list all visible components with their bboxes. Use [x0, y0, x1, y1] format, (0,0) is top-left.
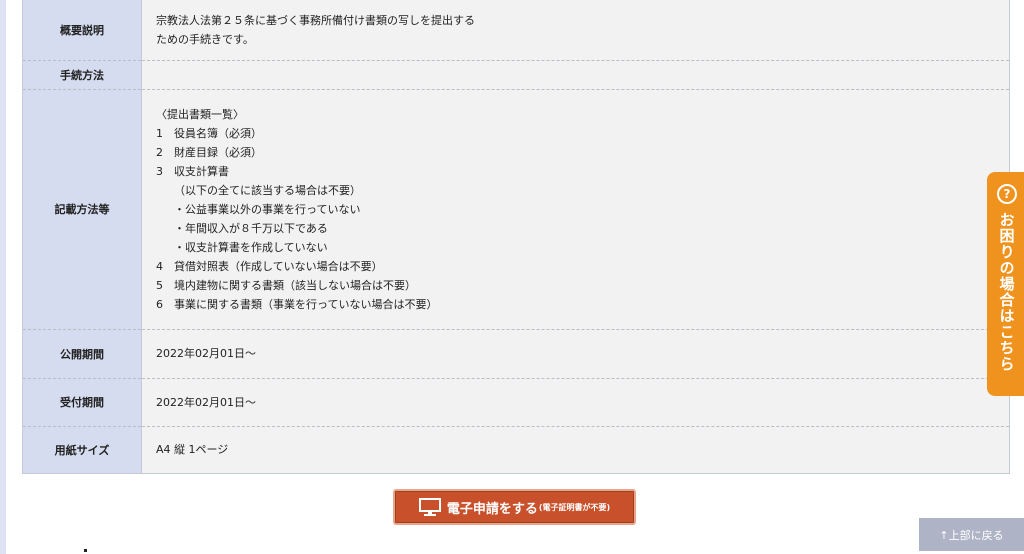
document-list-condition: ・年間収入が８千万以下である: [174, 221, 328, 235]
row-label-paper-size: 用紙サイズ: [22, 426, 142, 474]
table-row: 手続方法: [22, 60, 1010, 90]
help-tab-label: お困りの場合はこちら: [997, 212, 1016, 372]
document-list-item: 6 事業に関する書類（事業を行っていない場合は不要）: [156, 297, 438, 311]
row-label-method: 手続方法: [22, 60, 142, 90]
publication-period-value: 2022年02月01日～: [156, 347, 256, 360]
acceptance-period-value: 2022年02月01日～: [156, 395, 256, 409]
row-value-paper-size: A4 縦 1ページ: [141, 426, 1010, 474]
document-list-item: 2 財産目録（必須）: [156, 145, 262, 159]
row-label-summary: 概要説明: [22, 0, 142, 61]
bottom-mark: [84, 549, 87, 552]
row-value-acceptance-period: 2022年02月01日～: [141, 378, 1010, 427]
table-row: 用紙サイズ A4 縦 1ページ: [22, 426, 1010, 474]
apply-button-label: 電子申請をする: [446, 501, 538, 517]
paper-size-value: A4 縦 1ページ: [156, 443, 229, 456]
table-row: 概要説明 宗教法人法第２５条に基づく事務所備付け書類の写しを提出する ための手続…: [22, 0, 1010, 61]
apply-button-sublabel: (電子証明書が不要): [538, 502, 611, 512]
table-row: 公開期間 2022年02月01日～: [22, 329, 1010, 379]
summary-line: 宗教法人法第２５条に基づく事務所備付け書類の写しを提出する: [156, 13, 475, 27]
document-list-condition: ・収支計算書を作成していない: [174, 240, 328, 254]
question-circle-icon: ?: [997, 184, 1017, 204]
document-list-item: 5 境内建物に関する書類（該当しない場合は不要）: [156, 278, 416, 292]
row-value-publication-period: 2022年02月01日～: [141, 329, 1010, 379]
document-list-item: 4 貸借対照表（作成していない場合は不要）: [156, 259, 383, 273]
page: 概要説明 宗教法人法第２５条に基づく事務所備付け書類の写しを提出する ための手続…: [0, 0, 1024, 554]
document-list-note: （以下の全てに該当する場合は不要）: [174, 183, 361, 197]
left-rail: [0, 0, 6, 554]
help-tab[interactable]: ? お困りの場合はこちら: [987, 172, 1024, 396]
row-value-instructions: 〈提出書類一覧〉 1 役員名簿（必須） 2 財産目録（必須） 3 収支計算書 （…: [141, 89, 1010, 330]
table-row: 受付期間 2022年02月01日～: [22, 378, 1010, 427]
document-list-condition: ・公益事業以外の事業を行っていない: [174, 202, 361, 216]
document-list-item: 3 収支計算書: [156, 164, 229, 178]
row-label-acceptance-period: 受付期間: [22, 378, 142, 427]
back-to-top-button[interactable]: ↑上部に戻る: [919, 518, 1024, 551]
table-row: 記載方法等 〈提出書類一覧〉 1 役員名簿（必須） 2 財産目録（必須） 3 収…: [22, 89, 1010, 330]
document-list-heading: 〈提出書類一覧〉: [156, 107, 244, 121]
electronic-application-button[interactable]: 電子申請をする (電子証明書が不要): [393, 489, 636, 525]
row-label-publication-period: 公開期間: [22, 329, 142, 379]
summary-line: ための手続きです。: [156, 32, 254, 46]
row-value-summary: 宗教法人法第２５条に基づく事務所備付け書類の写しを提出する ための手続きです。: [141, 0, 1010, 61]
procedure-info-table: 概要説明 宗教法人法第２５条に基づく事務所備付け書類の写しを提出する ための手続…: [22, 0, 1010, 474]
document-list-item: 1 役員名簿（必須）: [156, 126, 262, 140]
row-value-method: [141, 60, 1010, 90]
monitor-icon: [418, 498, 441, 516]
row-label-instructions: 記載方法等: [22, 89, 142, 330]
